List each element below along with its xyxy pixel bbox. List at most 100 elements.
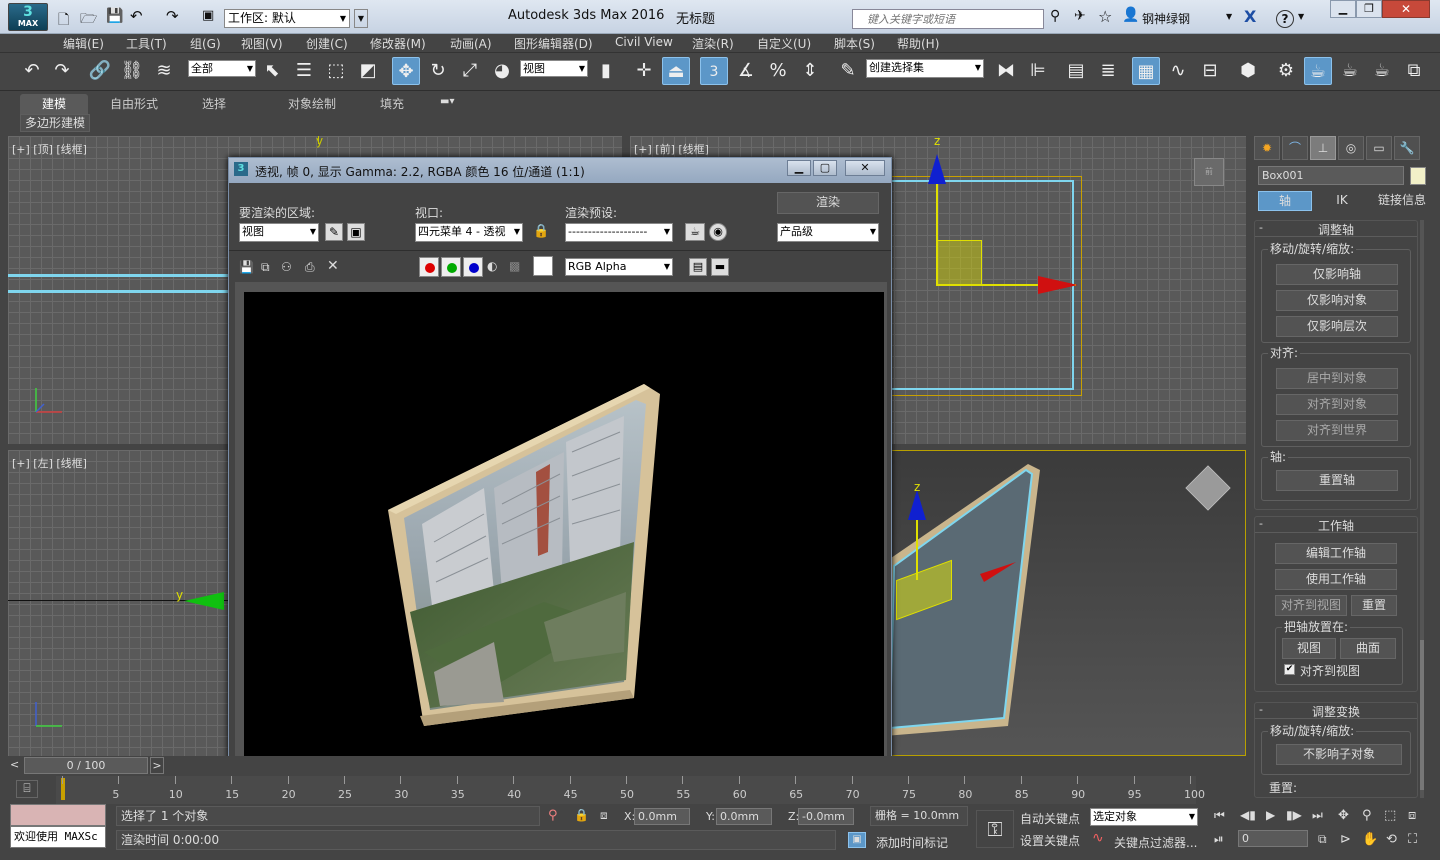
selection-region-icon[interactable]: ⬚ <box>322 57 350 85</box>
menu-item[interactable]: 创建(C) <box>306 35 348 52</box>
save-icon[interactable]: 💾 <box>106 8 123 24</box>
selection-lock-icon[interactable]: 🔒 <box>574 808 589 822</box>
ribbon-tab[interactable]: 填充 <box>370 94 414 114</box>
y-coord-field[interactable]: 0.0mm <box>716 808 772 825</box>
menu-item[interactable]: Civil View <box>615 35 673 49</box>
green-channel-toggle[interactable] <box>441 257 461 277</box>
mini-curve-editor-icon[interactable]: ⌸ <box>16 780 38 798</box>
close-button[interactable]: ✕ <box>1382 0 1430 18</box>
dont-affect-children-button[interactable]: 不影响子对象 <box>1276 744 1402 765</box>
field-of-view-icon[interactable]: ⊳ <box>1340 832 1351 847</box>
command-panel-scrollbar[interactable] <box>1420 220 1424 798</box>
hierarchy-tab-ik[interactable]: IK <box>1314 191 1370 211</box>
next-frame-icon[interactable]: ▮▶ <box>1286 808 1302 822</box>
display-channel-select[interactable]: RGB Alpha <box>565 258 673 276</box>
render-iterative-icon[interactable]: ☕ <box>1368 57 1396 85</box>
menu-item[interactable]: 组(G) <box>190 35 221 52</box>
window-crossing-icon[interactable]: ◩ <box>354 57 382 85</box>
zoom-extents-all-icon[interactable]: ⧈ <box>1408 808 1416 823</box>
menu-item[interactable]: 动画(A) <box>450 35 492 52</box>
zoom-all-icon[interactable]: ⬚ <box>1384 808 1396 823</box>
modify-tab-icon[interactable]: ⌒ <box>1282 136 1308 160</box>
ribbon-tab[interactable]: 对象绘制 <box>278 94 346 114</box>
project-folder-icon[interactable]: ▣ <box>202 8 214 23</box>
select-by-name-icon[interactable]: ☰ <box>290 57 318 85</box>
render-area-select[interactable]: 视图 <box>239 223 319 242</box>
exchange-x-icon[interactable]: X <box>1244 7 1256 26</box>
reset-working-pivot-button[interactable]: 重置 <box>1351 595 1397 616</box>
scene-explorer-icon[interactable]: ▤ <box>1062 57 1090 85</box>
mirror-icon[interactable]: ⧓ <box>992 57 1020 85</box>
viewport-select[interactable]: 四元菜单 4 - 透视 <box>415 223 523 242</box>
motion-tab-icon[interactable]: ◎ <box>1338 136 1364 160</box>
affect-pivot-only-button[interactable]: 仅影响轴 <box>1276 264 1398 285</box>
goto-end-icon[interactable]: ⏭ <box>1312 808 1323 823</box>
auto-key-button[interactable]: 自动关键点 <box>1020 810 1080 827</box>
user-icon[interactable]: 👤 <box>1122 7 1139 23</box>
viewport-front-label[interactable]: [+] [前] [线框] <box>634 141 709 157</box>
align-icon[interactable]: ⊫ <box>1024 57 1052 85</box>
set-key-button[interactable]: 设置关键点 <box>1020 832 1080 849</box>
object-color-swatch[interactable] <box>1410 167 1426 185</box>
maximize-button[interactable]: ❐ <box>1356 0 1382 18</box>
auto-region-icon[interactable]: ▣ <box>347 223 365 241</box>
workspace-select[interactable]: 工作区: 默认 ▼ <box>224 9 350 28</box>
ribbon-tab[interactable]: 建模 <box>20 94 89 114</box>
ribbon-tab[interactable]: 选择 <box>192 94 236 114</box>
schematic-view-icon[interactable]: ⊟ <box>1196 57 1224 85</box>
render-window-maximize[interactable]: ▢ <box>813 160 837 176</box>
rollout-adjust-pivot-title[interactable]: 调整轴 <box>1255 221 1417 237</box>
isolate-selection-icon[interactable]: ⚲ <box>548 808 558 823</box>
render-preset-select[interactable]: -------------------- <box>565 223 673 242</box>
menu-item[interactable]: 渲染(R) <box>692 35 734 52</box>
render-button[interactable]: 渲染 <box>777 192 879 214</box>
hierarchy-tab-link-info[interactable]: 链接信息 <box>1372 191 1432 211</box>
reference-coord-select[interactable]: 视图 <box>520 60 588 77</box>
hierarchy-tab-icon[interactable]: ⊥ <box>1310 136 1336 160</box>
orbit-icon[interactable]: ⟲ <box>1386 832 1397 847</box>
subscription-icon[interactable]: ✈ <box>1074 8 1086 24</box>
pan-icon[interactable]: ✋ <box>1362 832 1378 847</box>
zoom-extents-icon[interactable]: ✥ <box>1338 808 1349 823</box>
render-image-area[interactable] <box>235 282 887 774</box>
render-quality-select[interactable]: 产品级 <box>777 223 879 242</box>
align-to-view-button[interactable]: 对齐到视图 <box>1275 595 1347 616</box>
search-binoculars-icon[interactable]: ⚲ <box>1050 8 1060 24</box>
viewport-left-label[interactable]: [+] [左] [线框] <box>12 455 87 471</box>
rollout-adjust-transform-title[interactable]: 调整变换 <box>1255 703 1417 719</box>
ribbon-tab[interactable]: 自由形式 <box>100 94 168 114</box>
rendered-frame-window-icon[interactable]: ☕ <box>1304 57 1332 85</box>
named-selection-select[interactable]: 创建选择集 <box>866 59 984 78</box>
time-slider-next[interactable]: > <box>150 757 164 774</box>
object-name-field[interactable]: Box001 <box>1258 166 1404 185</box>
viewcube-front[interactable]: 前 <box>1194 158 1224 186</box>
add-time-tag[interactable]: 添加时间标记 <box>876 834 948 851</box>
undo-icon[interactable]: ↶ <box>130 7 143 25</box>
use-working-pivot-button[interactable]: 使用工作轴 <box>1275 569 1397 590</box>
selection-filter-select[interactable]: 全部 <box>188 60 256 77</box>
time-config-icon[interactable]: ⧉ <box>1318 832 1327 847</box>
time-tag-icon[interactable]: ▣ <box>848 832 866 848</box>
render-setup-icon[interactable]: ⚙ <box>1272 57 1300 85</box>
percent-snap-icon[interactable]: % <box>764 57 792 85</box>
spinner-snap-icon[interactable]: ⇕ <box>796 57 824 85</box>
affect-object-only-button[interactable]: 仅影响对象 <box>1276 290 1398 311</box>
render-window-minimize[interactable]: ▁ <box>787 160 811 176</box>
play-icon[interactable]: ▶ <box>1266 808 1275 822</box>
absolute-mode-icon[interactable]: ⧈ <box>600 808 608 823</box>
time-slider-prev[interactable]: < <box>10 758 19 771</box>
menu-item[interactable]: 帮助(H) <box>897 35 939 52</box>
align-to-world-button[interactable]: 对齐到世界 <box>1276 420 1398 441</box>
menu-item[interactable]: 自定义(U) <box>757 35 811 52</box>
bind-spacewarp-icon[interactable]: ≋ <box>150 57 178 85</box>
material-editor-icon[interactable]: ⬢ <box>1234 57 1262 85</box>
rollout-working-pivot-title[interactable]: 工作轴 <box>1255 517 1417 533</box>
pivot-center-icon[interactable]: ▮ <box>592 57 620 85</box>
viewport-top-label[interactable]: [+] [顶] [线框] <box>12 141 87 157</box>
time-slider[interactable]: 0 / 100 <box>24 757 148 774</box>
key-filters-button[interactable]: 关键点过滤器... <box>1114 834 1197 851</box>
key-mode-toggle-icon[interactable]: ⏯ <box>1214 832 1224 847</box>
redo-icon[interactable]: ↷ <box>48 57 76 85</box>
menu-item[interactable]: 图形编辑器(D) <box>514 35 593 52</box>
snaps-toggle-icon[interactable]: 3 <box>700 57 728 85</box>
